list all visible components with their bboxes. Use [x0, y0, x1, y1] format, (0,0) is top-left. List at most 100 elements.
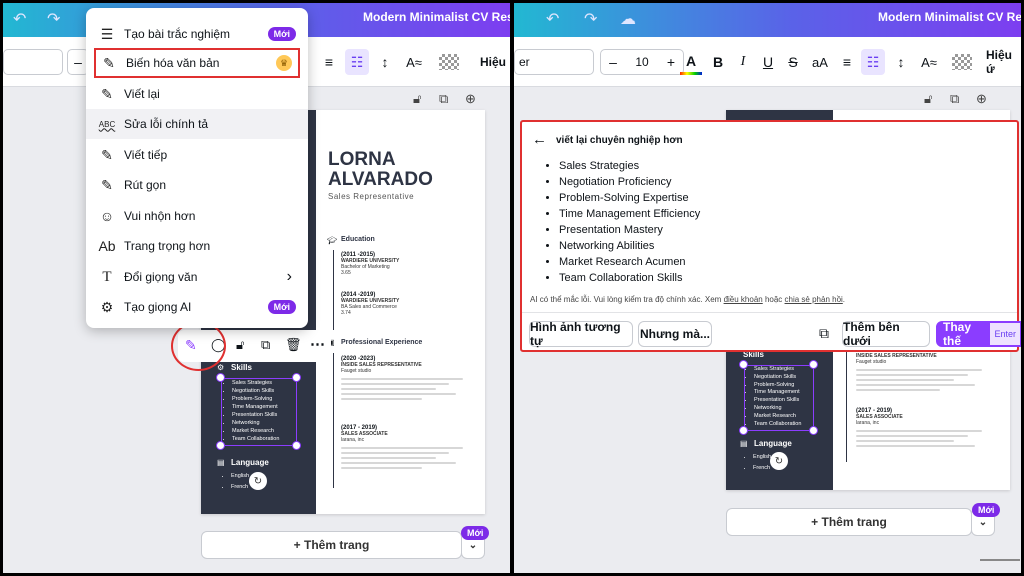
document-title[interactable]: Modern Minimalist CV Resum — [878, 10, 1021, 24]
language-item: English — [753, 452, 771, 463]
font-size-decrease[interactable]: – — [601, 54, 625, 70]
rotate-icon[interactable]: ↻ — [249, 472, 267, 490]
add-page-button[interactable]: + Thêm trang — [201, 531, 462, 559]
effects-button[interactable]: Hiệu — [477, 49, 509, 75]
transparency-icon[interactable] — [952, 54, 972, 70]
more-icon[interactable]: ⋯ — [310, 335, 325, 353]
replace-button[interactable]: Thay thế Enter — [936, 320, 1021, 348]
underline-icon[interactable]: U — [757, 49, 779, 75]
list-icon[interactable]: ☷ — [861, 49, 885, 75]
resume-last-name[interactable]: ALVARADO — [328, 170, 433, 190]
font-size-value[interactable]: 10 — [625, 55, 659, 69]
rewritten-item: Problem-Solving Expertise — [559, 190, 700, 206]
line-spacing-icon[interactable]: ↕ — [889, 49, 913, 75]
align-icon[interactable]: ≡ — [836, 49, 858, 75]
rewritten-item: Networking Abilities — [559, 238, 700, 254]
add-page-icon[interactable]: ⊕ — [976, 91, 987, 107]
skill-item: Team Collaboration — [754, 421, 813, 429]
document-title[interactable]: Modern Minimalist CV Resum — [363, 10, 510, 24]
resume-first-name[interactable]: LORNA — [328, 150, 396, 170]
resize-handle[interactable] — [292, 373, 301, 382]
top-bar: ↶ ↷ ☁ Modern Minimalist CV Resum — [514, 3, 1021, 37]
trash-icon[interactable]: 🗑︎ — [285, 337, 302, 353]
list-icon[interactable]: ☷ — [345, 49, 369, 75]
education-icon: 🎓︎ — [327, 236, 338, 245]
language-heading[interactable]: Language — [754, 439, 792, 448]
duplicate-icon[interactable]: ⧉ — [950, 91, 959, 107]
edu-entry-1[interactable]: (2011 -2015) WARDIERE UNIVERSITY Bachelo… — [341, 252, 399, 276]
transparency-icon[interactable] — [439, 54, 459, 70]
scrollbar[interactable] — [980, 559, 1020, 561]
align-icon[interactable]: ≡ — [318, 49, 340, 75]
duplicate-icon[interactable]: ⧉ — [439, 91, 448, 107]
menu-item-ai-voice[interactable]: ⚙ Tạo giọng AI Mới — [86, 292, 308, 322]
right-panel: ↶ ↷ ☁ Modern Minimalist CV Resum er – 10… — [514, 3, 1021, 573]
redo-icon[interactable]: ↷ — [584, 9, 597, 29]
but-button[interactable]: Nhưng mà... — [638, 321, 712, 347]
exp-entry-1[interactable]: (2020 -2023) INSIDE SALES REPRESENTATIVE… — [341, 356, 476, 403]
rewritten-list[interactable]: Sales Strategies Negotiation Proficiency… — [547, 158, 700, 286]
redo-icon[interactable]: ↷ — [47, 9, 60, 29]
resize-handle[interactable] — [739, 426, 748, 435]
add-page-button[interactable]: + Thêm trang — [726, 508, 972, 536]
add-page-icon[interactable]: ⊕ — [465, 91, 476, 107]
rewritten-item: Sales Strategies — [559, 158, 700, 174]
experience-heading[interactable]: Professional Experience — [341, 339, 422, 346]
add-below-button[interactable]: Thêm bên dưới — [842, 320, 930, 348]
skills-selection-box[interactable]: Sales Strategies Negotiation Skills Prob… — [744, 365, 814, 431]
resize-handle[interactable] — [216, 441, 225, 450]
cloud-saved-icon[interactable]: ☁ — [620, 9, 636, 29]
menu-item-spellcheck[interactable]: ABC Sửa lỗi chính tả — [86, 109, 308, 139]
text-color-icon[interactable]: A — [680, 49, 702, 75]
magic-menu: ☰ Tạo bài trắc nghiệm Mới ✎ Biến hóa văn bả… — [86, 8, 308, 328]
text-case-icon[interactable]: A≈ — [401, 49, 427, 75]
terms-link[interactable]: điều khoản — [724, 295, 763, 304]
resize-handle[interactable] — [216, 373, 225, 382]
resume-role[interactable]: Sales Representative — [328, 192, 414, 201]
copy-icon[interactable]: ⧉ — [819, 325, 829, 342]
resize-handle[interactable] — [809, 360, 818, 369]
menu-item-transform[interactable]: ✎ Biến hóa văn bản ♛ — [94, 48, 300, 78]
font-family-select[interactable]: er — [514, 49, 594, 75]
bold-icon[interactable]: B — [707, 49, 729, 75]
menu-item-shorten[interactable]: ✎ Rút gọn — [86, 170, 308, 200]
edu-entry-2[interactable]: (2014 -2019) WARDIERE UNIVERSITY BA Sale… — [341, 292, 399, 316]
rotate-icon[interactable]: ↻ — [770, 452, 788, 470]
similar-images-button[interactable]: Hình ảnh tương tự — [529, 320, 633, 348]
exp-entry-1[interactable]: INSIDE SALES REPRESENTATIVE Fauget studi… — [856, 353, 996, 394]
resize-handle[interactable] — [739, 360, 748, 369]
menu-item-continue[interactable]: ✎ Viết tiếp — [86, 140, 308, 170]
new-badge: Mới — [267, 300, 296, 314]
line-spacing-icon[interactable]: ↕ — [373, 49, 397, 75]
menu-item-rewrite[interactable]: ✎ Viết lại — [86, 79, 308, 109]
lock-icon[interactable]: 🔓︎ — [924, 91, 932, 107]
menu-item-fun[interactable]: ☺ Vui nhộn hơn — [86, 201, 308, 231]
menu-item-tone[interactable]: T Đổi giọng văn › — [86, 262, 308, 292]
back-arrow-icon[interactable]: ← — [532, 131, 547, 148]
lock-icon[interactable]: 🔓︎ — [413, 91, 421, 107]
text-case-icon[interactable]: A≈ — [916, 49, 942, 75]
exp-entry-2[interactable]: (2017 - 2019) SALES ASSOCIATE larana, in… — [856, 408, 996, 450]
undo-icon[interactable]: ↶ — [13, 9, 26, 29]
italic-icon[interactable]: I — [732, 49, 754, 75]
lock-icon[interactable]: 🔓︎ — [236, 337, 244, 353]
duplicate-icon[interactable]: ⧉ — [261, 337, 270, 353]
text-case-icon[interactable]: aA — [808, 49, 832, 75]
resize-handle[interactable] — [809, 426, 818, 435]
skill-item: Team Collaboration — [232, 435, 296, 443]
resize-handle[interactable] — [292, 441, 301, 450]
effects-button[interactable]: Hiệu ứ — [986, 48, 1021, 76]
font-family-select[interactable] — [3, 49, 63, 75]
font-size-control[interactable]: – 10 + — [600, 49, 684, 75]
exp-entry-2[interactable]: (2017 - 2019) SALES ASSOCIATE larana, in… — [341, 425, 476, 472]
undo-icon[interactable]: ↶ — [546, 9, 559, 29]
strikethrough-icon[interactable]: S — [782, 49, 804, 75]
feedback-link[interactable]: chia sẻ phản hồi — [785, 295, 843, 304]
menu-item-quiz[interactable]: ☰ Tạo bài trắc nghiệm Mới — [86, 19, 308, 49]
menu-item-formal[interactable]: Ab Trang trọng hơn — [86, 231, 308, 261]
language-heading[interactable]: Language — [231, 458, 269, 467]
skills-heading[interactable]: Skills — [231, 363, 252, 372]
new-badge: Mới — [972, 503, 1001, 517]
skills-selection-box[interactable]: Sales Strategies Negotiation Skills Prob… — [221, 378, 297, 446]
education-heading[interactable]: Education — [341, 236, 375, 243]
